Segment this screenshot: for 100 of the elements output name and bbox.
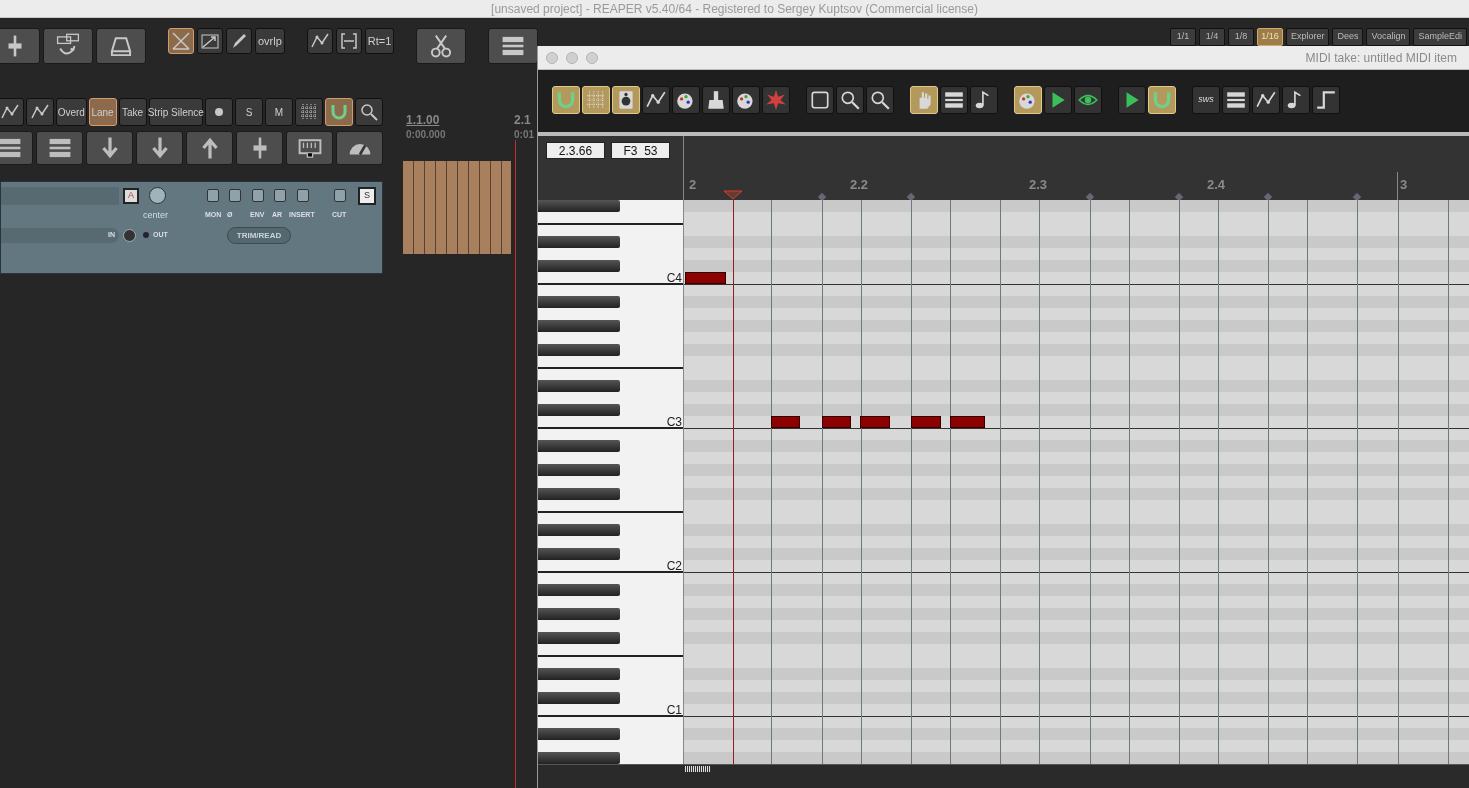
- tool-button[interactable]: [96, 28, 146, 64]
- solo-button[interactable]: S: [358, 187, 376, 205]
- tool-button[interactable]: [355, 98, 383, 126]
- toolbar-button[interactable]: Dees: [1332, 28, 1364, 46]
- scrollbar-grip[interactable]: [685, 766, 711, 772]
- tool-button[interactable]: [86, 131, 133, 165]
- step-icon: [1315, 89, 1337, 111]
- toolbar-button[interactable]: SampleEdi: [1413, 28, 1467, 46]
- grid-button[interactable]: 1/16: [1256, 28, 1283, 46]
- toolbar-button[interactable]: Lane: [88, 98, 117, 126]
- grid-button[interactable]: 1/8: [1227, 28, 1254, 46]
- ruler-label: 3: [1400, 176, 1408, 194]
- tool-button[interactable]: [940, 86, 968, 114]
- toolbar-button[interactable]: Strip Silence: [148, 98, 203, 126]
- toolbar-button[interactable]: Take: [118, 98, 147, 126]
- toolbar-button[interactable]: sws: [1192, 86, 1220, 114]
- tool-button[interactable]: [1222, 86, 1250, 114]
- search-icon: [839, 89, 861, 111]
- key-label: C3: [666, 416, 682, 428]
- search-icon: [869, 89, 891, 111]
- automation-mode-button[interactable]: TRIM/READ: [227, 227, 291, 244]
- track-button[interactable]: [252, 189, 264, 202]
- ruler-label: 2.1: [514, 112, 531, 129]
- tool-button[interactable]: [806, 86, 834, 114]
- ruler-label: 1.1.00: [406, 112, 440, 129]
- toolbar-button[interactable]: Rt=1: [364, 28, 395, 54]
- tool-button[interactable]: [306, 28, 333, 54]
- toolbar-button[interactable]: S: [235, 98, 263, 126]
- track-button[interactable]: [297, 189, 309, 202]
- bracket-icon: [338, 31, 359, 51]
- magnet-icon: [1151, 89, 1173, 111]
- track-button[interactable]: [334, 189, 346, 202]
- tool-button[interactable]: [0, 98, 24, 126]
- tool-button[interactable]: [205, 98, 233, 126]
- tool-button[interactable]: [866, 86, 894, 114]
- burst-icon: [765, 89, 787, 111]
- ruler-label: 2.2: [850, 176, 869, 194]
- grid-icon: [299, 102, 319, 122]
- magnet-icon: [329, 102, 349, 122]
- crossfade-icon: [171, 31, 191, 51]
- tool-button[interactable]: [488, 28, 539, 64]
- toolbar-button[interactable]: Overd: [56, 98, 87, 126]
- tool-button[interactable]: [0, 28, 40, 64]
- ruler-label: 2.3: [1029, 176, 1048, 194]
- track-button[interactable]: [207, 189, 219, 202]
- tool-button[interactable]: [335, 28, 362, 54]
- ruler-label: 2.4: [1207, 176, 1226, 194]
- ruler-time: 0:01: [514, 128, 534, 142]
- toolbar-button[interactable]: Explorer: [1285, 28, 1330, 46]
- tool-button[interactable]: [197, 28, 223, 54]
- brush-icon: [705, 89, 727, 111]
- window-title: MIDI take: untitled MIDI item: [1305, 49, 1458, 67]
- tool-button[interactable]: [672, 86, 700, 114]
- bars-icon: [943, 89, 965, 111]
- tool-button[interactable]: [226, 28, 252, 54]
- track-button[interactable]: [274, 189, 286, 202]
- tool-button[interactable]: [0, 131, 33, 165]
- tool-button[interactable]: [836, 86, 864, 114]
- toolbar-button[interactable]: Vocalign: [1366, 28, 1411, 46]
- grid-button[interactable]: 1/1: [1169, 28, 1196, 46]
- track-name-field[interactable]: [1, 187, 119, 205]
- tool-button[interactable]: [136, 131, 183, 165]
- tool-button[interactable]: [1282, 86, 1310, 114]
- square-icon: [809, 89, 831, 111]
- tool-button[interactable]: [336, 131, 383, 165]
- media-item[interactable]: [403, 161, 511, 254]
- midi-ruler[interactable]: 2 2.2 2.3 2.4 3: [684, 136, 1469, 200]
- pitch-field[interactable]: F3 53: [611, 142, 670, 159]
- ruler-time: 0:00.000: [406, 128, 446, 142]
- tool-button[interactable]: [236, 131, 283, 165]
- pan-label: center: [143, 209, 168, 222]
- output-led-icon: [143, 232, 149, 238]
- tool-button[interactable]: [1312, 86, 1340, 114]
- tool-button[interactable]: [1118, 86, 1146, 114]
- tool-button[interactable]: [702, 86, 730, 114]
- tool-button[interactable]: [970, 86, 998, 114]
- grid-button[interactable]: 1/4: [1198, 28, 1225, 46]
- tool-button[interactable]: [1252, 86, 1280, 114]
- toolbar-button[interactable]: ovrlp: [255, 28, 285, 54]
- toolbar-button[interactable]: M: [265, 98, 293, 126]
- tool-button[interactable]: [43, 28, 93, 64]
- tool-button[interactable]: [186, 131, 233, 165]
- arm-button[interactable]: A: [123, 188, 139, 204]
- tool-button[interactable]: [1074, 86, 1102, 114]
- key-label: C2: [666, 560, 682, 572]
- position-field[interactable]: 2.3.66: [546, 142, 605, 159]
- key-label: C1: [666, 704, 682, 716]
- io-knob[interactable]: [123, 229, 136, 242]
- pan-knob[interactable]: [149, 187, 166, 204]
- grid-icon: [585, 89, 607, 111]
- tool-button[interactable]: [26, 98, 54, 126]
- tool-button[interactable]: [36, 131, 83, 165]
- search-icon: [359, 102, 379, 122]
- tool-button[interactable]: [416, 28, 467, 64]
- key-label: C4: [666, 272, 682, 284]
- track-button[interactable]: [229, 189, 241, 202]
- tool-button[interactable]: [286, 131, 333, 165]
- tool-button[interactable]: [1044, 86, 1072, 114]
- tool-button[interactable]: [642, 86, 670, 114]
- tool-button[interactable]: [732, 86, 760, 114]
